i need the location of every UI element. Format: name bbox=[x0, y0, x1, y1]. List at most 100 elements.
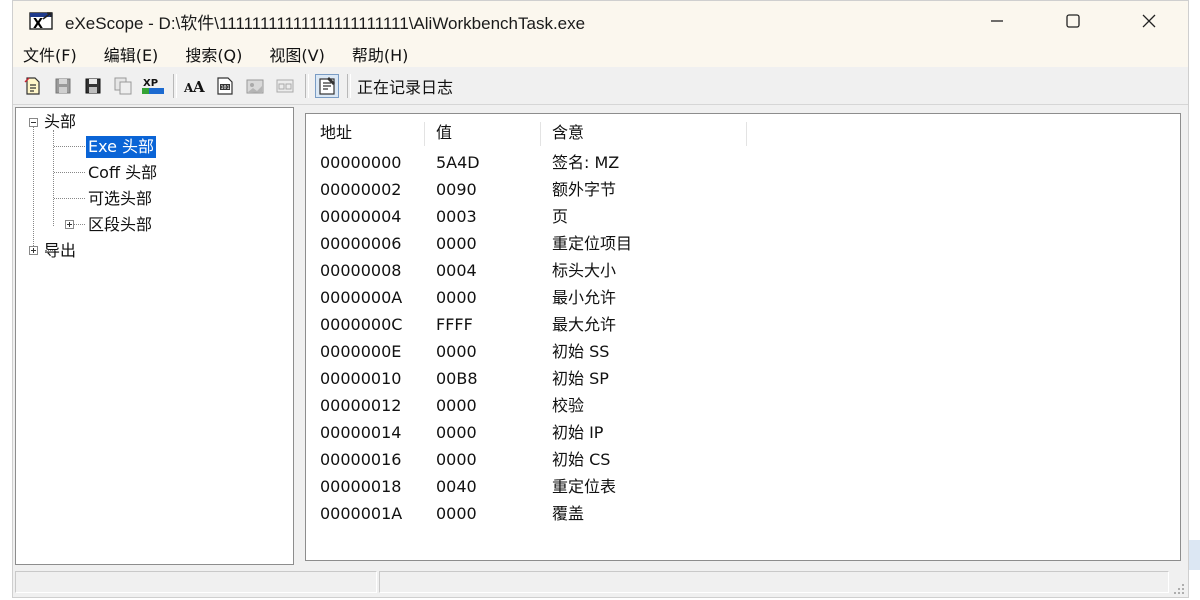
table-row[interactable]: 0000000E 0000 初始 SS bbox=[306, 338, 1180, 365]
cell-address: 00000012 bbox=[320, 396, 402, 415]
cell-address: 00000010 bbox=[320, 369, 402, 388]
cell-value: 0000 bbox=[436, 288, 477, 307]
log-record-icon bbox=[319, 76, 335, 95]
menu-help[interactable]: 帮助(H) bbox=[352, 42, 409, 66]
binary-file-icon: 101 bbox=[217, 76, 233, 95]
cell-meaning: 重定位表 bbox=[552, 477, 617, 496]
cell-value: 0003 bbox=[436, 207, 477, 226]
list-header: 地址 值 含意 bbox=[306, 120, 1180, 146]
table-row[interactable]: 00000018 0040 重定位表 bbox=[306, 473, 1180, 500]
column-header-meaning[interactable]: 含意 bbox=[552, 120, 584, 146]
maximize-button[interactable] bbox=[1045, 1, 1101, 41]
save-disabled-icon bbox=[55, 78, 71, 93]
tree-connector bbox=[54, 172, 85, 173]
resource-disabled-icon bbox=[246, 79, 264, 93]
table-row[interactable]: 00000012 0000 校验 bbox=[306, 392, 1180, 419]
desktop-background bbox=[1189, 0, 1200, 600]
log-status-label: 正在记录日志 bbox=[357, 77, 454, 97]
svg-text:X: X bbox=[33, 17, 43, 32]
column-header-address[interactable]: 地址 bbox=[320, 120, 352, 146]
tree-view[interactable]: 头部 Exe 头部 Coff 头部 可选头部 区段头部 导出 bbox=[15, 107, 294, 565]
tree-node-exe-header[interactable]: Exe 头部 bbox=[86, 136, 157, 158]
tree-connector bbox=[74, 224, 85, 225]
table-row[interactable]: 0000000C FFFF 最大允许 bbox=[306, 311, 1180, 338]
resource-button[interactable] bbox=[243, 74, 267, 98]
table-row[interactable]: 00000006 0000 重定位项目 bbox=[306, 230, 1180, 257]
panel-splitter[interactable] bbox=[296, 107, 304, 565]
cell-value: 00B8 bbox=[436, 369, 478, 388]
tree-connector bbox=[33, 126, 34, 250]
cell-meaning: 初始 SP bbox=[552, 369, 609, 388]
xp-icon: XP bbox=[142, 78, 164, 94]
cell-value: 0000 bbox=[436, 234, 477, 253]
column-divider[interactable] bbox=[540, 122, 541, 146]
svg-text:A: A bbox=[192, 78, 205, 96]
cell-meaning: 初始 SS bbox=[552, 342, 610, 361]
cell-value: 0000 bbox=[436, 504, 477, 523]
menu-file[interactable]: 文件(F) bbox=[23, 42, 77, 66]
save-as-button[interactable] bbox=[81, 74, 105, 98]
cell-address: 0000001A bbox=[320, 504, 403, 523]
tree-node-coff-header[interactable]: Coff 头部 bbox=[88, 162, 157, 184]
detail-list-view[interactable]: 地址 值 含意 00000000 5A4D 签名: MZ 00000002 00… bbox=[305, 113, 1181, 561]
cell-address: 00000018 bbox=[320, 477, 402, 496]
cell-address: 00000016 bbox=[320, 450, 402, 469]
column-header-value[interactable]: 值 bbox=[436, 120, 452, 146]
copy-disabled-icon bbox=[114, 77, 132, 94]
table-row[interactable]: 0000000A 0000 最小允许 bbox=[306, 284, 1180, 311]
cell-address: 00000000 bbox=[320, 153, 402, 172]
cell-address: 00000002 bbox=[320, 180, 402, 199]
column-divider[interactable] bbox=[746, 122, 747, 146]
log-toggle-button[interactable] bbox=[315, 73, 339, 98]
menu-view[interactable]: 视图(V) bbox=[269, 42, 324, 66]
tree-node-export[interactable]: 导出 bbox=[44, 240, 76, 262]
tree-connector bbox=[54, 146, 85, 147]
table-row[interactable]: 00000014 0000 初始 IP bbox=[306, 419, 1180, 446]
toolbar-separator bbox=[347, 73, 351, 98]
open-file-button[interactable] bbox=[21, 74, 45, 98]
cell-address: 00000006 bbox=[320, 234, 402, 253]
cell-value: 0000 bbox=[436, 396, 477, 415]
cell-value: 0090 bbox=[436, 180, 477, 199]
menu-search[interactable]: 搜索(Q) bbox=[185, 42, 242, 66]
cell-meaning: 签名: MZ bbox=[552, 153, 620, 172]
table-row[interactable]: 00000004 0003 页 bbox=[306, 203, 1180, 230]
save-disk-icon bbox=[85, 78, 101, 93]
minimize-button[interactable] bbox=[969, 1, 1025, 41]
collapse-icon[interactable] bbox=[29, 118, 38, 127]
resize-grip-icon[interactable] bbox=[1171, 580, 1185, 594]
table-row[interactable]: 00000016 0000 初始 CS bbox=[306, 446, 1180, 473]
cell-value: 0004 bbox=[436, 261, 477, 280]
dump-button[interactable]: 101 bbox=[213, 74, 237, 98]
font-button[interactable]: A A bbox=[183, 74, 207, 98]
expand-icon[interactable] bbox=[65, 220, 74, 229]
table-row[interactable]: 00000008 0004 标头大小 bbox=[306, 257, 1180, 284]
status-bar bbox=[13, 567, 1188, 597]
tree-node-section-header[interactable]: 区段头部 bbox=[88, 214, 152, 236]
table-row[interactable]: 00000000 5A4D 签名: MZ bbox=[306, 149, 1180, 176]
copy-button[interactable] bbox=[111, 74, 135, 98]
title-bar[interactable]: X eXeScope - D:\软件\111111111111111111111… bbox=[13, 1, 1188, 41]
cell-meaning: 最大允许 bbox=[552, 315, 617, 334]
cell-meaning: 初始 CS bbox=[552, 450, 611, 469]
tree-node-optional-header[interactable]: 可选头部 bbox=[88, 188, 152, 210]
column-divider[interactable] bbox=[424, 122, 425, 146]
tree-node-header[interactable]: 头部 bbox=[44, 111, 76, 133]
cell-meaning: 页 bbox=[552, 207, 569, 226]
cell-meaning: 校验 bbox=[552, 396, 585, 415]
font-aa-icon: A A bbox=[183, 78, 205, 96]
save-button[interactable] bbox=[51, 74, 75, 98]
menu-bar: 文件(F) 编辑(E) 搜索(Q) 视图(V) 帮助(H) bbox=[13, 41, 1188, 67]
expand-icon[interactable] bbox=[29, 246, 38, 255]
svg-text:XP: XP bbox=[143, 78, 158, 89]
cell-address: 0000000C bbox=[320, 315, 403, 334]
menu-edit[interactable]: 编辑(E) bbox=[104, 42, 159, 66]
status-pane-left bbox=[15, 571, 377, 593]
close-button[interactable] bbox=[1121, 1, 1177, 41]
dialog-button[interactable] bbox=[273, 74, 297, 98]
table-row[interactable]: 00000002 0090 额外字节 bbox=[306, 176, 1180, 203]
table-row[interactable]: 0000001A 0000 覆盖 bbox=[306, 500, 1180, 527]
xp-style-button[interactable]: XP bbox=[141, 74, 165, 98]
toolbar-separator bbox=[305, 73, 309, 98]
table-row[interactable]: 00000010 00B8 初始 SP bbox=[306, 365, 1180, 392]
